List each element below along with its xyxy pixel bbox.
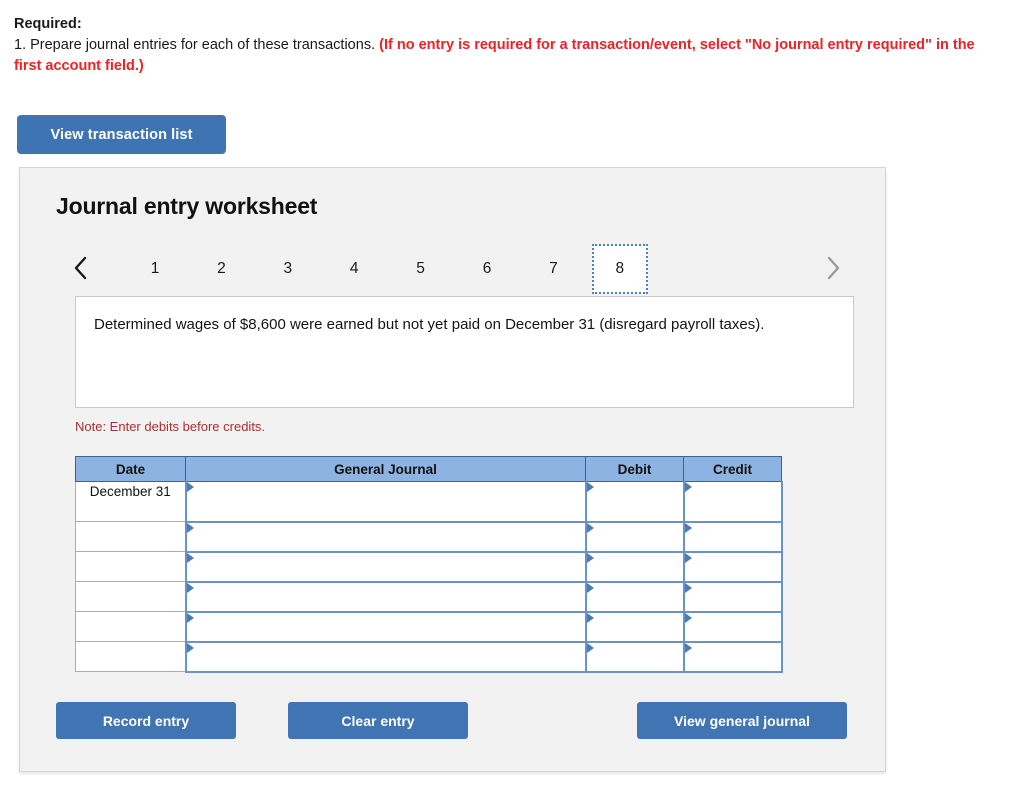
- debits-before-credits-note: Note: Enter debits before credits.: [75, 419, 266, 434]
- required-instructions: Required: 1. Prepare journal entries for…: [14, 14, 994, 77]
- cell-dropdown-marker-icon: [586, 642, 594, 653]
- worksheet-tab-2[interactable]: 2: [193, 244, 249, 294]
- cell-dropdown-marker-icon: [186, 482, 194, 492]
- view-general-journal-button[interactable]: View general journal: [637, 702, 847, 739]
- cell-dropdown-marker-icon: [586, 482, 594, 492]
- cell-dropdown-marker-icon: [586, 522, 594, 533]
- column-header-date: Date: [75, 456, 186, 482]
- worksheet-tab-1[interactable]: 1: [127, 244, 183, 294]
- cell-dropdown-marker-icon: [586, 582, 594, 593]
- cell-dropdown-marker-icon: [186, 582, 194, 593]
- required-instruction-text: 1. Prepare journal entries for each of t…: [14, 35, 994, 77]
- cell-dropdown-marker-icon: [186, 552, 194, 563]
- cell-dropdown-marker-icon: [684, 552, 692, 563]
- date-cell[interactable]: December 31: [75, 481, 186, 522]
- worksheet-tab-8[interactable]: 8: [591, 244, 648, 294]
- clear-entry-button[interactable]: Clear entry: [288, 702, 468, 739]
- cell-dropdown-marker-icon: [684, 642, 692, 653]
- debit-input-cell[interactable]: [584, 641, 685, 673]
- chevron-right-icon[interactable]: [820, 252, 846, 284]
- cell-dropdown-marker-icon: [186, 612, 194, 623]
- table-row: [75, 551, 783, 583]
- column-header-general-journal: General Journal: [185, 456, 586, 482]
- journal-table-body: December 31: [75, 481, 783, 673]
- column-header-credit: Credit: [683, 456, 782, 482]
- worksheet-tab-7[interactable]: 7: [525, 244, 581, 294]
- credit-input-cell[interactable]: [682, 611, 783, 643]
- table-row: December 31: [75, 481, 783, 523]
- worksheet-tab-strip: 12345678: [20, 240, 887, 298]
- worksheet-title: Journal entry worksheet: [56, 193, 318, 219]
- date-cell[interactable]: [75, 521, 186, 552]
- cell-dropdown-marker-icon: [186, 522, 194, 533]
- journal-entry-worksheet-panel: Journal entry worksheet 12345678 Determi…: [19, 167, 886, 772]
- worksheet-tab-4[interactable]: 4: [326, 244, 382, 294]
- general-journal-input-cell[interactable]: [184, 641, 587, 673]
- cell-dropdown-marker-icon: [186, 642, 194, 653]
- general-journal-input-cell[interactable]: [184, 581, 587, 613]
- view-transaction-list-button[interactable]: View transaction list: [17, 115, 226, 154]
- transaction-description: Determined wages of $8,600 were earned b…: [75, 296, 854, 408]
- credit-input-cell[interactable]: [682, 481, 783, 523]
- date-cell[interactable]: [75, 641, 186, 672]
- date-cell[interactable]: [75, 611, 186, 642]
- table-row: [75, 641, 783, 673]
- cell-dropdown-marker-icon: [684, 522, 692, 533]
- general-journal-input-cell[interactable]: [184, 521, 587, 553]
- worksheet-tab-5[interactable]: 5: [393, 244, 449, 294]
- worksheet-tab-6[interactable]: 6: [459, 244, 515, 294]
- general-journal-input-cell[interactable]: [184, 611, 587, 643]
- instruction-plain-text: 1. Prepare journal entries for each of t…: [14, 37, 380, 53]
- cell-dropdown-marker-icon: [586, 612, 594, 623]
- cell-dropdown-marker-icon: [684, 582, 692, 593]
- date-cell[interactable]: [75, 581, 186, 612]
- credit-input-cell[interactable]: [682, 521, 783, 553]
- table-row: [75, 581, 783, 613]
- required-label: Required:: [14, 16, 82, 32]
- credit-input-cell[interactable]: [682, 581, 783, 613]
- record-entry-button[interactable]: Record entry: [56, 702, 236, 739]
- chevron-left-icon[interactable]: [68, 252, 94, 284]
- debit-input-cell[interactable]: [584, 521, 685, 553]
- table-row: [75, 611, 783, 643]
- column-header-debit: Debit: [585, 456, 684, 482]
- debit-input-cell[interactable]: [584, 551, 685, 583]
- debit-input-cell[interactable]: [584, 481, 685, 523]
- cell-dropdown-marker-icon: [684, 612, 692, 623]
- debit-input-cell[interactable]: [584, 581, 685, 613]
- date-cell[interactable]: [75, 551, 186, 582]
- journal-entry-table: Date General Journal Debit Credit Decemb…: [75, 456, 783, 673]
- credit-input-cell[interactable]: [682, 641, 783, 673]
- cell-dropdown-marker-icon: [586, 552, 594, 563]
- debit-input-cell[interactable]: [584, 611, 685, 643]
- general-journal-input-cell[interactable]: [184, 551, 587, 583]
- credit-input-cell[interactable]: [682, 551, 783, 583]
- table-header-row: Date General Journal Debit Credit: [75, 456, 782, 482]
- table-row: [75, 521, 783, 553]
- cell-dropdown-marker-icon: [684, 482, 692, 492]
- general-journal-input-cell[interactable]: [184, 481, 587, 523]
- worksheet-tab-3[interactable]: 3: [260, 244, 316, 294]
